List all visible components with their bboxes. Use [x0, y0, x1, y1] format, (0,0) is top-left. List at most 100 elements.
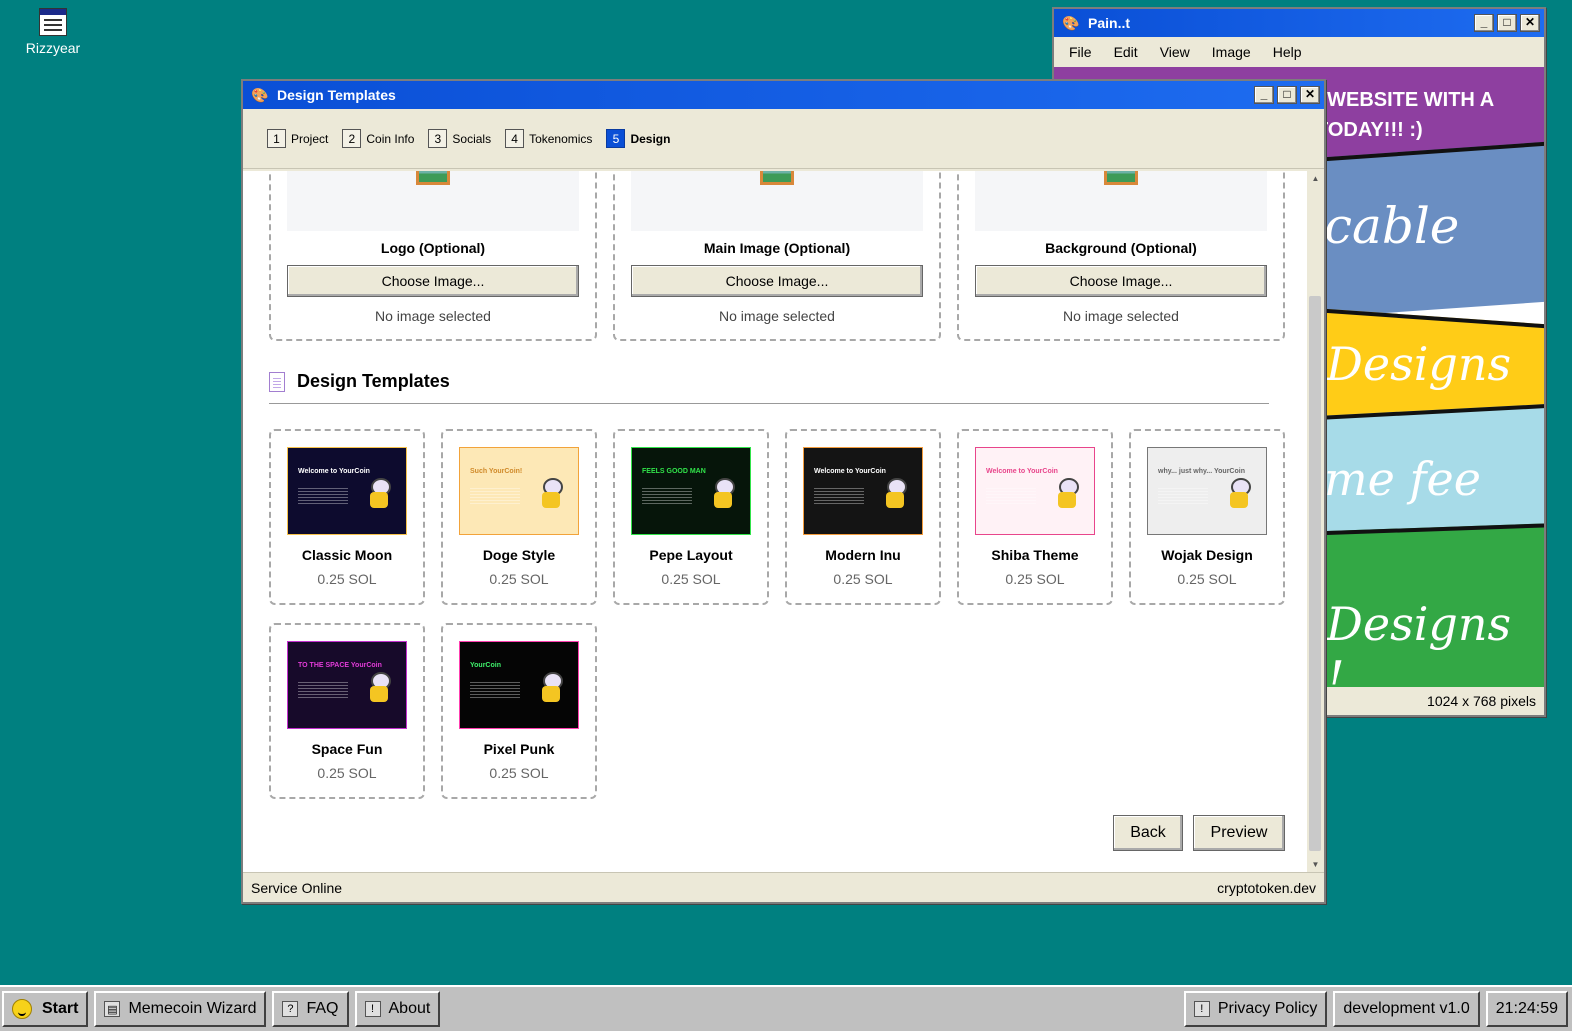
- close-button[interactable]: ✕: [1520, 14, 1540, 32]
- service-status: Service Online: [251, 879, 343, 896]
- paint-titlebar[interactable]: 🎨 Pain..t _ □ ✕: [1054, 9, 1544, 37]
- template-price: 0.25 SOL: [317, 765, 377, 781]
- wizard-title: Design Templates: [277, 87, 396, 103]
- upload-title: Main Image (Optional): [703, 240, 851, 256]
- menu-edit[interactable]: Edit: [1103, 44, 1149, 60]
- template-card[interactable]: Such YourCoin! Doge Style 0.25 SOL: [441, 429, 597, 605]
- canvas-scribble-3: me fee: [1324, 452, 1481, 506]
- back-button[interactable]: Back: [1113, 815, 1183, 851]
- taskbar-faq[interactable]: ? FAQ: [272, 991, 349, 1027]
- template-name: Shiba Theme: [991, 547, 1079, 563]
- template-card[interactable]: TO THE SPACE YourCoin Space Fun 0.25 SOL: [269, 623, 425, 799]
- astronaut-icon: [710, 478, 736, 508]
- close-button[interactable]: ✕: [1300, 86, 1320, 104]
- upload-status: No image selected: [719, 308, 835, 324]
- wizard-steps: 1 Project 2 Coin Info 3 Socials 4 Tokenomics…: [243, 109, 1324, 169]
- window-icon: ▤: [104, 1001, 121, 1017]
- template-card[interactable]: Welcome to YourCoin Modern Inu 0.25 SOL: [785, 429, 941, 605]
- choose-logo-button[interactable]: Choose Image...: [287, 265, 579, 297]
- upload-status: No image selected: [375, 308, 491, 324]
- thumbnail-text-lines: [298, 488, 348, 506]
- wizard-content: Logo (Optional) Choose Image... No image…: [243, 171, 1309, 873]
- section-heading: Design Templates: [269, 371, 450, 392]
- privacy-policy-button[interactable]: ! Privacy Policy: [1183, 991, 1328, 1027]
- template-card[interactable]: Welcome to YourCoin Classic Moon 0.25 SOL: [269, 429, 425, 605]
- canvas-scribble-4: Designs !: [1326, 597, 1512, 687]
- template-thumbnail: TO THE SPACE YourCoin: [287, 641, 407, 729]
- vertical-scrollbar[interactable]: ▲ ▼: [1307, 171, 1324, 873]
- astronaut-icon: [538, 672, 564, 702]
- thumbnail-text-lines: [298, 682, 348, 700]
- template-card[interactable]: why... just why... YourCoin Wojak Design 0…: [1129, 429, 1285, 605]
- scroll-up-arrow-icon[interactable]: ▲: [1307, 171, 1324, 187]
- start-button[interactable]: Start: [2, 991, 89, 1027]
- astronaut-icon: [366, 672, 392, 702]
- step-tokenomics[interactable]: 4 Tokenomics: [505, 129, 592, 148]
- template-name: Classic Moon: [301, 547, 393, 563]
- canvas-headline: I WEBSITE WITH A TODAY!!! :): [1316, 89, 1495, 141]
- menu-help[interactable]: Help: [1262, 44, 1313, 60]
- scrollbar-thumb[interactable]: [1309, 296, 1321, 851]
- template-thumbnail: Welcome to YourCoin: [975, 447, 1095, 535]
- template-card[interactable]: FEELS GOOD MAN Pepe Layout 0.25 SOL: [613, 429, 769, 605]
- minimize-button[interactable]: _: [1254, 86, 1274, 104]
- clock: 21:24:59: [1485, 991, 1568, 1027]
- section-title: Design Templates: [297, 371, 450, 391]
- template-name: Wojak Design: [1161, 547, 1253, 563]
- menu-file[interactable]: File: [1058, 44, 1103, 60]
- template-thumbnail: Such YourCoin!: [459, 447, 579, 535]
- taskbar-about[interactable]: ! About: [354, 991, 441, 1027]
- info-icon: !: [364, 1001, 381, 1017]
- template-price: 0.25 SOL: [833, 571, 893, 587]
- thumbnail-text-lines: [814, 488, 864, 506]
- taskbar-memecoin-wizard[interactable]: ▤ Memecoin Wizard: [94, 991, 267, 1027]
- choose-background-button[interactable]: Choose Image...: [975, 265, 1267, 297]
- wizard-titlebar[interactable]: 🎨 Design Templates _ □ ✕: [243, 81, 1324, 109]
- step-socials[interactable]: 3 Socials: [428, 129, 491, 148]
- maximize-button[interactable]: □: [1497, 14, 1517, 32]
- thumbnail-heading: Welcome to YourCoin: [814, 468, 886, 475]
- paint-menubar: File Edit View Image Help: [1054, 37, 1544, 67]
- step-coin-info[interactable]: 2 Coin Info: [342, 129, 414, 148]
- menu-view[interactable]: View: [1149, 44, 1201, 60]
- preview-button[interactable]: Preview: [1193, 815, 1285, 851]
- wizard-statusbar: Service Online cryptotoken.dev: [243, 872, 1324, 902]
- info-icon: !: [1193, 1001, 1210, 1017]
- thumbnail-heading: TO THE SPACE YourCoin: [298, 662, 382, 669]
- thumbnail-heading: Welcome to YourCoin: [298, 468, 370, 475]
- template-thumbnail: YourCoin: [459, 641, 579, 729]
- template-card[interactable]: YourCoin Pixel Punk 0.25 SOL: [441, 623, 597, 799]
- section-divider: [269, 403, 1269, 404]
- template-price: 0.25 SOL: [661, 571, 721, 587]
- template-thumbnail: Welcome to YourCoin: [287, 447, 407, 535]
- template-name: Space Fun: [311, 741, 383, 757]
- step-project[interactable]: 1 Project: [267, 129, 328, 148]
- desktop-icon-rizzyear[interactable]: Rizzyear: [18, 8, 88, 56]
- maximize-button[interactable]: □: [1277, 86, 1297, 104]
- scroll-down-arrow-icon[interactable]: ▼: [1307, 857, 1324, 873]
- astronaut-icon: [882, 478, 908, 508]
- thumbnail-text-lines: [470, 488, 520, 506]
- canvas-scribble-2: Designs: [1326, 337, 1512, 391]
- palette-icon: 🎨: [1062, 14, 1080, 31]
- thumbnail-text-lines: [642, 488, 692, 506]
- background-upload: Background (Optional) Choose Image... No…: [957, 171, 1285, 341]
- astronaut-icon: [1054, 478, 1080, 508]
- image-icon: [1104, 171, 1138, 185]
- system-tray: ! Privacy Policy development v1.0 21:24:…: [1178, 991, 1568, 1027]
- menu-image[interactable]: Image: [1201, 44, 1262, 60]
- choose-main-image-button[interactable]: Choose Image...: [631, 265, 923, 297]
- design-templates-window: 🎨 Design Templates _ □ ✕ 1 Project 2 Coin …: [241, 79, 1326, 904]
- template-price: 0.25 SOL: [317, 571, 377, 587]
- thumbnail-text-lines: [986, 488, 1036, 506]
- minimize-button[interactable]: _: [1474, 14, 1494, 32]
- astronaut-icon: [538, 478, 564, 508]
- canvas-scribble-1: cable: [1324, 197, 1460, 255]
- template-price: 0.25 SOL: [489, 571, 549, 587]
- thumbnail-heading: Welcome to YourCoin: [986, 468, 1058, 475]
- upload-title: Logo (Optional): [380, 240, 486, 256]
- template-card[interactable]: Welcome to YourCoin Shiba Theme 0.25 SOL: [957, 429, 1113, 605]
- paint-title: Pain..t: [1088, 15, 1131, 31]
- thumbnail-heading: why... just why... YourCoin: [1158, 468, 1245, 475]
- step-design[interactable]: 5 Design: [606, 129, 670, 148]
